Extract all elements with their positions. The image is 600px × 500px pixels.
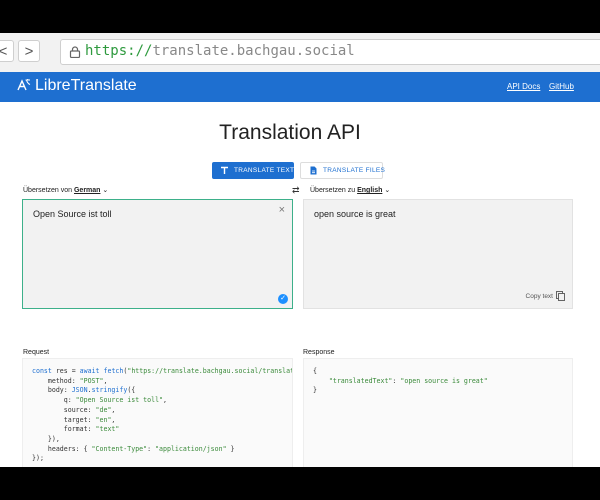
request-code-block: const res = await fetch("https://transla…	[22, 358, 293, 467]
url-text: https://translate.bachgau.social	[85, 43, 355, 59]
target-language-selector[interactable]: Übersetzen zu English ⌄	[310, 186, 390, 194]
translated-text: open source is great	[314, 209, 396, 219]
page-content: LibreTranslate API Docs GitHub Translati…	[0, 72, 600, 467]
url-scheme: https://	[85, 43, 153, 59]
brand-name: LibreTranslate	[35, 77, 137, 94]
copy-text-button[interactable]: Copy text	[526, 293, 553, 300]
response-code: { "translatedText": "open source is grea…	[313, 367, 488, 395]
window-top-strip	[0, 0, 600, 33]
source-language-selector[interactable]: Übersetzen von German ⌄	[23, 186, 108, 194]
file-icon	[310, 166, 317, 175]
request-label: Request	[23, 349, 50, 356]
window-bottom-strip	[0, 467, 600, 500]
url-host: translate.bachgau.social	[152, 43, 355, 59]
browser-toolbar: < > https://translate.bachgau.social	[0, 33, 600, 72]
source-text: Open Source ist toll	[33, 209, 112, 219]
copy-icon[interactable]	[556, 291, 565, 301]
translate-logo-icon	[17, 79, 31, 91]
source-language-value: German	[73, 187, 101, 194]
chevron-down-icon: ⌄	[384, 187, 391, 194]
source-text-input[interactable]: Open Source ist toll × ✓	[22, 199, 293, 309]
request-code: const res = await fetch("https://transla…	[32, 367, 293, 463]
tab-translate-files[interactable]: TRANSLATE FILES	[300, 162, 386, 179]
translated-text-output: open source is great Copy text	[303, 199, 573, 309]
text-icon	[221, 166, 228, 174]
api-docs-link[interactable]: API Docs	[507, 82, 540, 91]
tab-translate-files-label: TRANSLATE FILES	[323, 167, 386, 174]
target-language-value: English	[357, 187, 383, 194]
tab-translate-text-label: TRANSLATE TEXT	[234, 167, 295, 174]
forward-button[interactable]: >	[18, 40, 40, 62]
close-icon[interactable]: ×	[279, 204, 285, 216]
lock-icon	[69, 46, 81, 58]
back-button[interactable]: <	[0, 40, 14, 62]
tab-translate-text[interactable]: TRANSLATE TEXT	[212, 162, 294, 179]
target-language-prefix: Übersetzen zu	[310, 187, 356, 194]
swap-languages-icon[interactable]: ⇄	[292, 185, 300, 196]
address-bar[interactable]: https://translate.bachgau.social	[60, 39, 600, 65]
site-header: LibreTranslate API Docs GitHub	[0, 72, 600, 102]
brand-logo[interactable]: LibreTranslate	[17, 77, 137, 95]
response-label: Response	[303, 349, 335, 356]
chevron-down-icon: ⌄	[102, 187, 109, 194]
source-language-prefix: Übersetzen von	[23, 187, 73, 194]
page-title: Translation API	[219, 121, 361, 144]
github-link[interactable]: GitHub	[549, 82, 574, 91]
check-icon: ✓	[278, 294, 288, 304]
response-code-block: { "translatedText": "open source is grea…	[303, 358, 573, 467]
